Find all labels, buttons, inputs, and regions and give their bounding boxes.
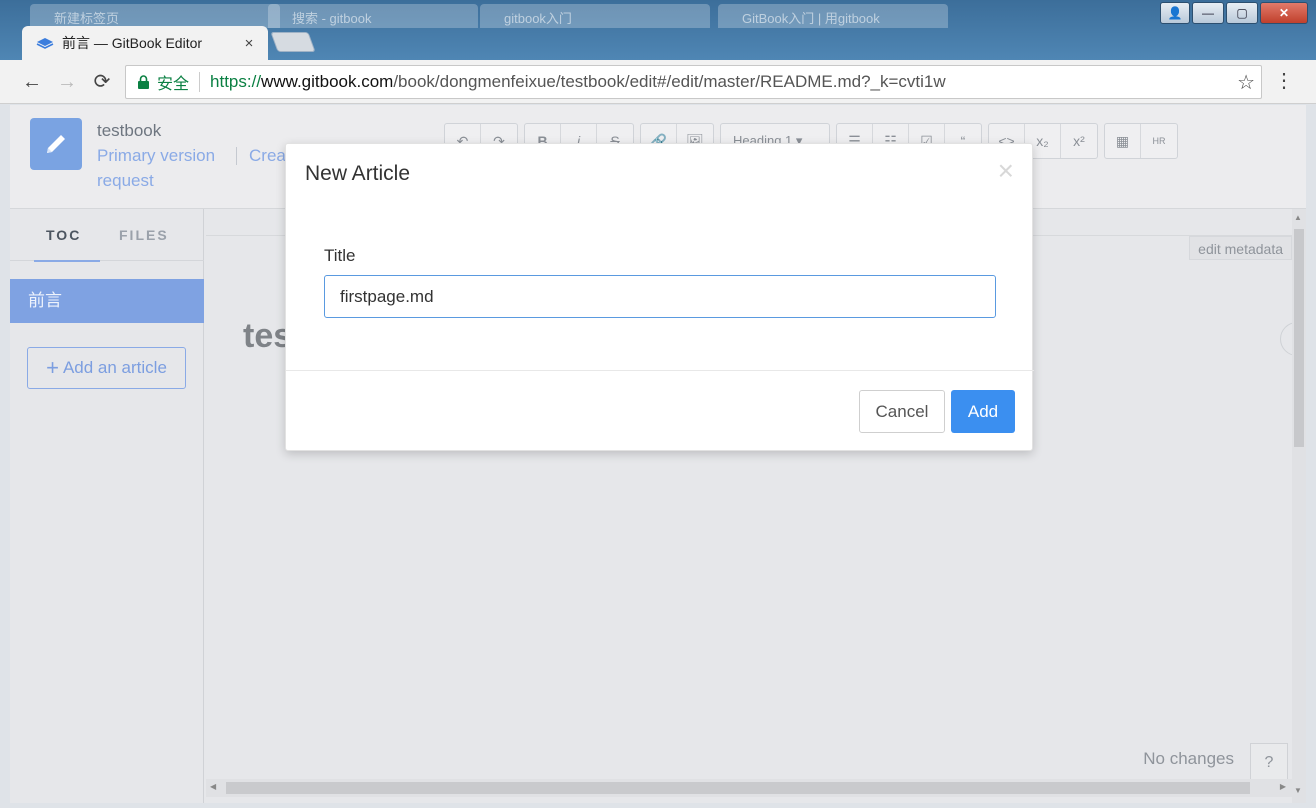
browser-menu-icon[interactable]: ⋮ [1274, 70, 1294, 92]
gitbook-editor-page: testbook Primary version Crea request ↶ … [10, 105, 1306, 803]
title-input[interactable] [324, 275, 996, 318]
secure-label: 安全 [157, 76, 190, 93]
active-tab[interactable]: 前言 — GitBook Editor × [22, 26, 268, 60]
new-article-dialog: New Article × Title Cancel Add [285, 143, 1034, 451]
url-path: /book/dongmenfeixue/testbook/edit#/edit/… [393, 72, 946, 91]
browser-window: 新建标签页 搜索 - gitbook gitbook入门 GitBook入门 |… [0, 0, 1316, 808]
url-scheme: https:// [210, 72, 262, 91]
new-tab-button[interactable] [270, 32, 316, 52]
close-window-button[interactable]: ✕ [1260, 2, 1308, 24]
background-tab[interactable]: 新建标签页 [30, 4, 280, 28]
url-host: www.gitbook.com [261, 72, 394, 91]
user-icon[interactable]: 👤 [1160, 2, 1190, 24]
back-icon[interactable]: ← [20, 70, 44, 94]
title-label: Title [324, 246, 356, 265]
window-controls: 👤 — ▢ ✕ [1160, 2, 1308, 24]
background-tab[interactable]: GitBook入门 | 用gitbook [718, 4, 948, 28]
lock-icon [138, 75, 149, 89]
gitbook-icon [36, 36, 54, 50]
reload-icon[interactable]: ⟳ [90, 70, 114, 94]
bookmark-star-icon[interactable]: ☆ [1237, 70, 1255, 95]
background-tab[interactable]: 搜索 - gitbook [268, 4, 478, 28]
close-icon[interactable]: × [998, 156, 1014, 186]
divider [286, 370, 1034, 371]
forward-icon[interactable]: → [55, 70, 79, 94]
url-text[interactable]: https://www.gitbook.com/book/dongmenfeix… [210, 72, 946, 92]
divider [199, 72, 201, 92]
background-tabs: 新建标签页 搜索 - gitbook gitbook入门 GitBook入门 |… [0, 0, 1140, 28]
add-button[interactable]: Add [951, 390, 1015, 433]
minimize-button[interactable]: — [1192, 2, 1224, 24]
cancel-button[interactable]: Cancel [859, 390, 945, 433]
address-bar[interactable]: 安全 https://www.gitbook.com/book/dongmenf… [125, 65, 1262, 99]
background-tab[interactable]: gitbook入门 [480, 4, 710, 28]
title-bar: 新建标签页 搜索 - gitbook gitbook入门 GitBook入门 |… [0, 0, 1316, 60]
tab-title: 前言 — GitBook Editor [62, 35, 203, 51]
maximize-button[interactable]: ▢ [1226, 2, 1258, 24]
dialog-title: New Article [305, 162, 411, 185]
tab-close-icon[interactable]: × [238, 35, 260, 52]
browser-toolbar: ← → ⟳ 安全 https://www.gitbook.com/book/do… [0, 60, 1316, 104]
